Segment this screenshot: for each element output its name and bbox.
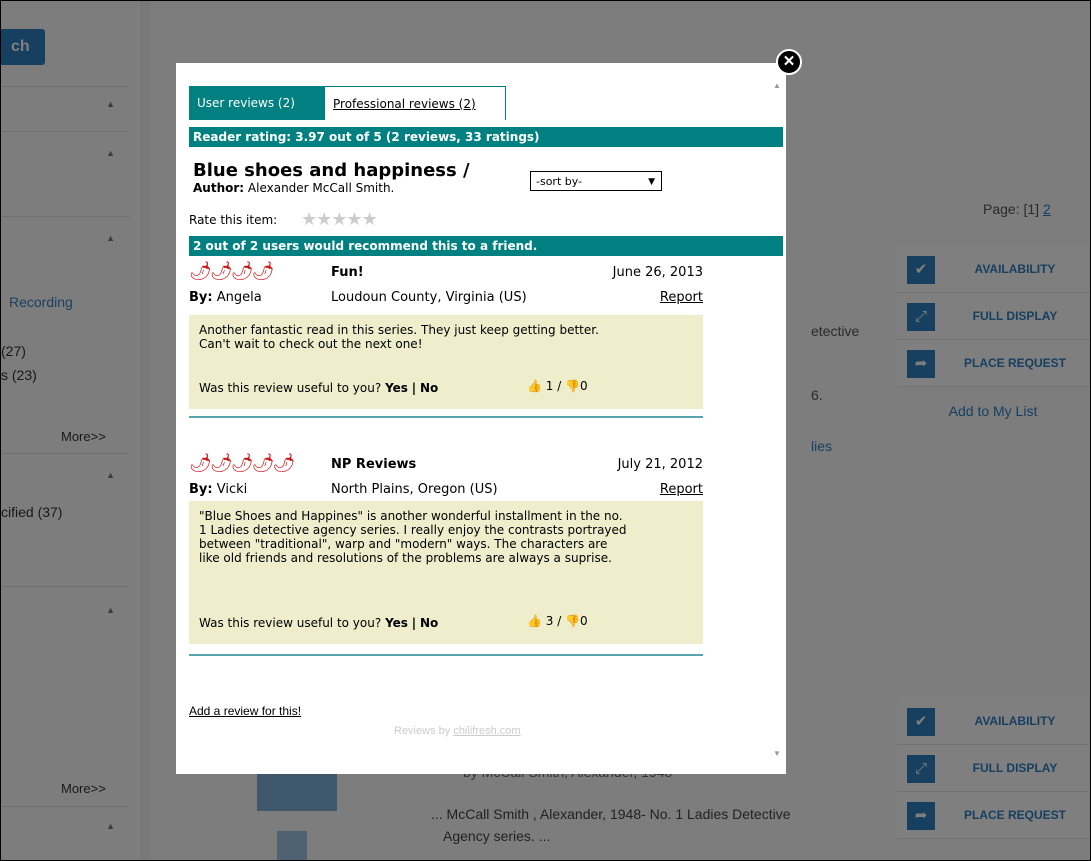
- upvote-count: 1: [545, 379, 554, 393]
- chili-icon: 🌶: [209, 453, 233, 474]
- chili-icon: 🌶: [189, 261, 212, 282]
- sort-select[interactable]: -sort by- ▼: [530, 171, 662, 191]
- vote-separator: |: [411, 381, 417, 395]
- add-review-link[interactable]: Add a review for this!: [189, 704, 301, 718]
- chili-icon: 🌶: [209, 261, 233, 282]
- review-date: July 21, 2012: [617, 457, 703, 472]
- vote-separator: |: [411, 616, 417, 630]
- author-name: Alexander McCall Smith.: [247, 181, 395, 195]
- modal-scrollbar[interactable]: ▲ ▼: [769, 75, 786, 765]
- reviewer-name: Angela: [216, 290, 262, 305]
- powered-by: Reviews by chilifresh.com: [394, 725, 521, 737]
- review-divider: [189, 416, 703, 418]
- review-author: By: Vicki: [189, 482, 247, 497]
- by-label: By:: [189, 482, 213, 497]
- recommend-bar: 2 out of 2 users would recommend this to…: [189, 236, 783, 256]
- pepper-rating-icon: 🌶🌶🌶🌶🌶: [189, 453, 295, 474]
- sort-label: -sort by-: [536, 175, 583, 188]
- star-icon[interactable]: ★: [301, 209, 317, 230]
- reviews-modal: User reviews (2) Professional reviews (2…: [176, 63, 786, 774]
- review-date: June 26, 2013: [612, 265, 703, 280]
- screen-frame: ch ▲ ▲ ▲ Recording (27) s (23) More>> ▲ …: [0, 0, 1091, 861]
- report-link[interactable]: Report: [660, 482, 703, 497]
- dropdown-arrow-icon: ▼: [648, 177, 655, 187]
- useful-question: Was this review useful to you? Yes | No: [199, 616, 438, 630]
- downvote-count: 0: [580, 614, 588, 628]
- vote-counts: 👍 1 / 👎0: [527, 379, 588, 393]
- vote-no-link[interactable]: No: [420, 616, 438, 630]
- rate-label: Rate this item:: [189, 213, 278, 227]
- star-icon[interactable]: ★: [362, 209, 378, 230]
- reader-rating-bar: Reader rating: 3.97 out of 5 (2 reviews,…: [189, 127, 783, 147]
- downvote-count: 0: [580, 379, 588, 393]
- upvote-count: 3: [545, 614, 554, 628]
- star-icon[interactable]: ★: [346, 209, 362, 230]
- review-location: Loudoun County, Virginia (US): [331, 290, 527, 305]
- star-icon[interactable]: ★: [316, 209, 332, 230]
- chili-icon: 🌶: [230, 261, 254, 282]
- review-divider: [189, 654, 703, 656]
- tab-professional-reviews[interactable]: Professional reviews (2): [324, 86, 506, 120]
- useful-label: Was this review useful to you?: [199, 381, 382, 395]
- tab-user-reviews[interactable]: User reviews (2): [189, 86, 324, 120]
- scroll-up-icon[interactable]: ▲: [773, 81, 781, 90]
- review-author: By: Angela: [189, 290, 262, 305]
- star-icon[interactable]: ★: [331, 209, 347, 230]
- chili-icon: 🌶: [251, 261, 275, 282]
- powered-prefix: Reviews by: [394, 725, 451, 737]
- book-author: Author: Alexander McCall Smith.: [193, 181, 394, 195]
- review-title: NP Reviews: [331, 457, 417, 472]
- vote-yes-link[interactable]: Yes: [385, 381, 408, 395]
- chili-icon: 🌶: [272, 453, 295, 474]
- rating-stars[interactable]: ★★★★★: [301, 209, 378, 230]
- thumbs-up-icon[interactable]: 👍: [527, 379, 542, 393]
- review-body: Another fantastic read in this series. T…: [189, 315, 703, 409]
- useful-label: Was this review useful to you?: [199, 616, 382, 630]
- chili-icon: 🌶: [230, 453, 254, 474]
- review-location: North Plains, Oregon (US): [331, 482, 498, 497]
- author-label: Author:: [193, 181, 245, 195]
- report-link[interactable]: Report: [660, 290, 703, 305]
- vote-counts: 👍 3 / 👎0: [527, 614, 588, 628]
- close-icon[interactable]: ✕: [776, 49, 802, 75]
- vote-no-link[interactable]: No: [420, 381, 438, 395]
- review-text: "Blue Shoes and Happines" is another won…: [199, 509, 627, 565]
- by-label: By:: [189, 290, 213, 305]
- scroll-down-icon[interactable]: ▼: [773, 749, 781, 758]
- useful-question: Was this review useful to you? Yes | No: [199, 381, 438, 395]
- vote-yes-link[interactable]: Yes: [385, 616, 408, 630]
- thumbs-down-icon[interactable]: 👎: [565, 379, 580, 393]
- reviewer-name: Vicki: [216, 482, 248, 497]
- review-text: Another fantastic read in this series. T…: [199, 323, 599, 351]
- thumbs-down-icon[interactable]: 👎: [565, 614, 580, 628]
- chili-icon: 🌶: [251, 453, 275, 474]
- pepper-rating-icon: 🌶🌶🌶🌶: [189, 261, 275, 282]
- review-body: "Blue Shoes and Happines" is another won…: [189, 501, 703, 644]
- chili-icon: 🌶: [189, 453, 212, 474]
- chilifresh-link[interactable]: chilifresh.com: [453, 725, 520, 737]
- book-title: Blue shoes and happiness /: [193, 160, 470, 181]
- review-title: Fun!: [331, 265, 364, 280]
- thumbs-up-icon[interactable]: 👍: [527, 614, 542, 628]
